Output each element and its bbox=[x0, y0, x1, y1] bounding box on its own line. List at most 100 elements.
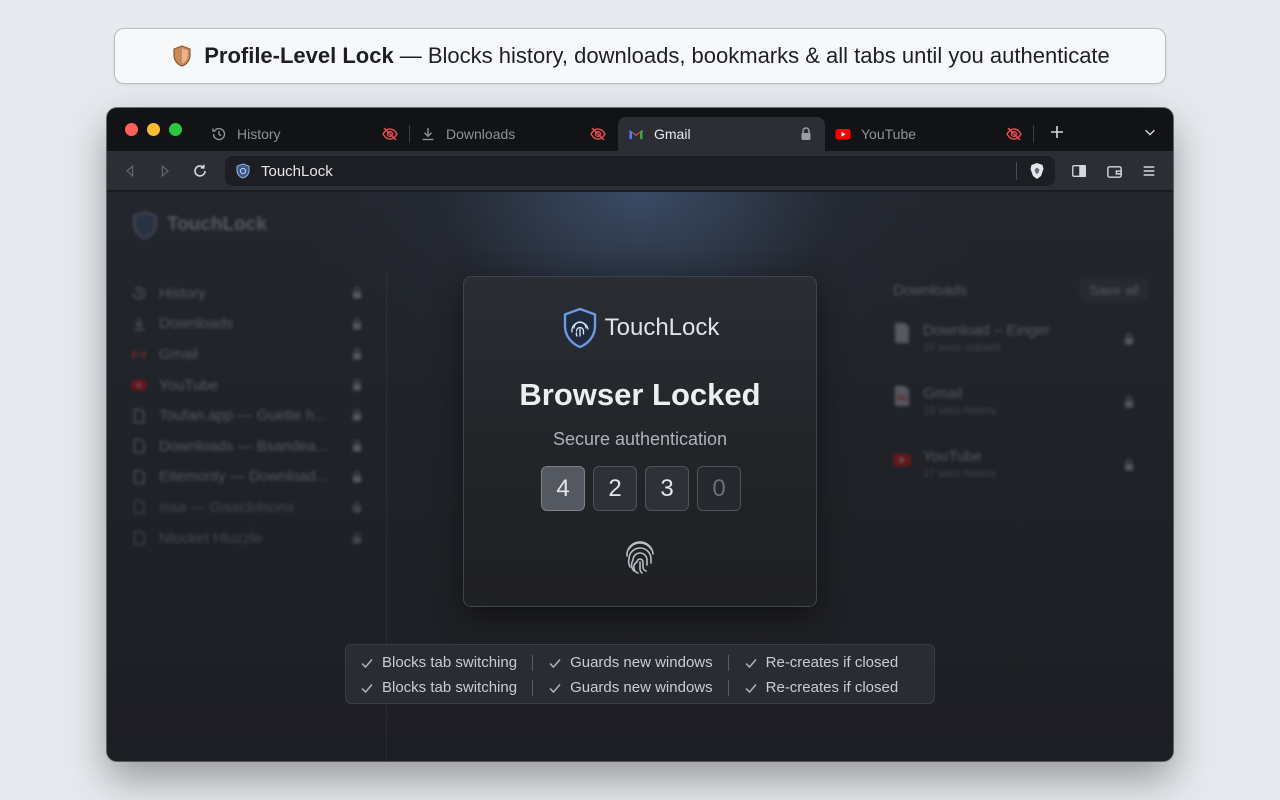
tab-label: Downloads bbox=[446, 126, 516, 142]
eye-off-icon[interactable] bbox=[1005, 125, 1023, 143]
lock-brand-name: TouchLock bbox=[604, 314, 720, 341]
background-downloads-panel: Downloads Save all Download – Einger 15 s… bbox=[893, 276, 1149, 493]
chevron-down-icon[interactable] bbox=[1141, 123, 1159, 141]
lock-icon bbox=[1123, 332, 1135, 346]
lock-brand: TouchLock bbox=[464, 307, 816, 349]
background-brand-name: TouchLock bbox=[167, 214, 267, 235]
tab-history[interactable]: History bbox=[201, 117, 409, 151]
feature-item: Guards new windows bbox=[548, 679, 713, 696]
wallet-icon[interactable] bbox=[1104, 161, 1124, 181]
download-title: Download – Einger bbox=[923, 322, 1050, 339]
sidebar-item-label: Toufan.app — Guette h... bbox=[159, 407, 327, 425]
lock-icon bbox=[1123, 395, 1135, 409]
sidebar-item-label: Issa — Gissclolsons bbox=[159, 498, 295, 516]
download-title: YouTube bbox=[923, 448, 982, 465]
banner-text: — Blocks history, downloads, bookmarks &… bbox=[399, 43, 1110, 68]
back-arrow-icon[interactable] bbox=[121, 162, 139, 180]
download-subtitle: 17 secs history bbox=[923, 468, 997, 480]
tab-downloads[interactable]: Downloads bbox=[410, 117, 617, 151]
lock-icon bbox=[351, 378, 363, 392]
tab-gmail[interactable]: Gmail bbox=[618, 117, 825, 151]
history-icon bbox=[211, 126, 227, 142]
page-icon bbox=[131, 408, 147, 424]
tab-label: YouTube bbox=[861, 126, 917, 142]
lock-icon bbox=[351, 439, 363, 453]
maximize-window-button[interactable] bbox=[169, 123, 182, 136]
lock-icon bbox=[351, 317, 363, 331]
lock-icon bbox=[351, 500, 363, 514]
brave-shields-icon[interactable] bbox=[1027, 161, 1047, 181]
pin-digit[interactable]: 2 bbox=[593, 466, 637, 511]
sidebar-item-label: Nlocket Hluzzle bbox=[159, 529, 263, 547]
feature-label: Guards new windows bbox=[570, 679, 713, 696]
eye-off-icon[interactable] bbox=[589, 125, 607, 143]
sidebar-item: History bbox=[131, 278, 363, 309]
feature-item: Blocks tab switching bbox=[360, 679, 517, 696]
menu-icon[interactable] bbox=[1139, 161, 1159, 181]
feature-list: Blocks tab switching Guards new windows … bbox=[345, 644, 935, 704]
youtube-file-icon bbox=[893, 448, 911, 470]
feature-item: Guards new windows bbox=[548, 654, 713, 671]
close-window-button[interactable] bbox=[125, 123, 138, 136]
reload-icon[interactable] bbox=[191, 162, 209, 180]
lock-dialog: TouchLock Browser Locked Secure authenti… bbox=[463, 276, 817, 607]
fingerprint-icon[interactable] bbox=[622, 537, 658, 577]
check-icon bbox=[548, 656, 562, 670]
browser-window: History Downloads Gmail YouTube TouchLoc… bbox=[107, 108, 1173, 761]
feature-label: Re-creates if closed bbox=[765, 654, 899, 671]
touchlock-shield-icon bbox=[235, 163, 251, 179]
sidebar-toggle-icon[interactable] bbox=[1069, 161, 1089, 181]
feature-item: Blocks tab switching bbox=[360, 654, 517, 671]
sidebar-item: Eitemonty — Download... bbox=[131, 462, 363, 493]
save-all-button: Save all bbox=[1079, 277, 1149, 303]
check-icon bbox=[744, 681, 758, 695]
pin-digit[interactable]: 4 bbox=[541, 466, 585, 511]
check-icon bbox=[744, 656, 758, 670]
check-icon bbox=[360, 656, 374, 670]
feature-label: Guards new windows bbox=[570, 654, 713, 671]
lock-title: Browser Locked bbox=[519, 377, 761, 412]
sidebar-item-label: Downloads — Bsandea... bbox=[159, 437, 329, 455]
url-text: TouchLock bbox=[261, 162, 333, 180]
new-tab-plus-icon[interactable] bbox=[1047, 122, 1067, 142]
eye-off-icon[interactable] bbox=[381, 125, 399, 143]
sidebar-item: Downloads — Bsandea... bbox=[131, 431, 363, 462]
sidebar-item: YouTube bbox=[131, 370, 363, 401]
banner-title: Profile-Level Lock bbox=[204, 43, 394, 68]
feature-separator bbox=[532, 654, 534, 671]
address-bar[interactable]: TouchLock bbox=[225, 156, 1055, 186]
feature-separator bbox=[532, 679, 534, 696]
feature-banner: Profile-Level Lock — Blocks history, dow… bbox=[114, 28, 1166, 84]
pin-digit[interactable]: 0 bbox=[697, 466, 741, 511]
file-icon bbox=[893, 322, 911, 344]
download-title: Gmail bbox=[923, 385, 963, 402]
sidebar-item-label: Downloads bbox=[159, 315, 234, 333]
minimize-window-button[interactable] bbox=[147, 123, 160, 136]
sidebar-item-label: Eitemonty — Download... bbox=[159, 468, 329, 486]
tab-separator bbox=[1033, 125, 1034, 143]
history-icon bbox=[131, 285, 147, 301]
feature-separator bbox=[727, 679, 729, 696]
lock-icon bbox=[351, 286, 363, 300]
sidebar-item: Toufan.app — Guette h... bbox=[131, 400, 363, 431]
sidebar-item-label: YouTube bbox=[159, 376, 218, 394]
sidebar-item: Gmail bbox=[131, 339, 363, 370]
pin-input[interactable]: 4 2 3 0 bbox=[541, 466, 741, 511]
pin-digit[interactable]: 3 bbox=[645, 466, 689, 511]
page-content: TouchLock History Downloads Gmail YouTub… bbox=[107, 192, 1173, 761]
gmail-file-icon bbox=[893, 385, 911, 407]
check-icon bbox=[548, 681, 562, 695]
address-bar-divider bbox=[1016, 162, 1017, 180]
feature-item: Re-creates if closed bbox=[744, 654, 899, 671]
lock-icon bbox=[351, 408, 363, 422]
lock-subtitle: Secure authentication bbox=[552, 429, 728, 449]
download-icon bbox=[420, 126, 436, 142]
page-icon bbox=[131, 438, 147, 454]
download-item: YouTube 17 secs history bbox=[893, 430, 1149, 493]
tab-bar: History Downloads Gmail YouTube bbox=[107, 108, 1173, 151]
touchlock-shield-icon bbox=[561, 307, 599, 349]
tab-youtube[interactable]: YouTube bbox=[826, 117, 1033, 151]
forward-arrow-icon[interactable] bbox=[156, 162, 174, 180]
touchlock-shield-icon bbox=[131, 210, 159, 240]
sidebar-item-label: History bbox=[159, 284, 206, 302]
